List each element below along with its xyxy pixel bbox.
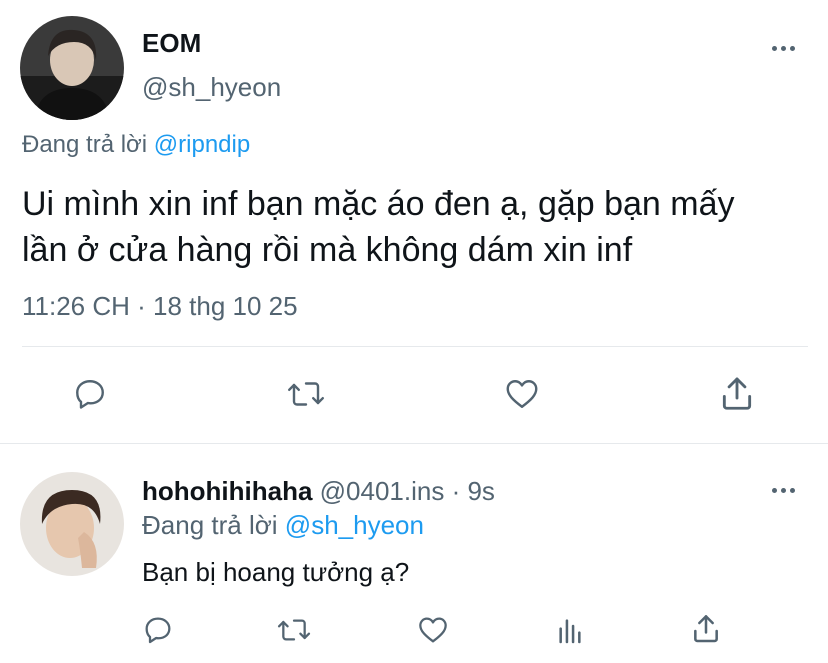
tweet-timestamp[interactable]: 11:26 CH · 18 thg 10 25 (22, 290, 298, 322)
more-horizontal-icon (772, 488, 777, 493)
share-upload-icon (694, 615, 718, 643)
tweet-text-line: lần ở cửa hàng rồi mà không dám xin inf (22, 231, 633, 269)
reply-header: hohohihihaha @0401.ins · 9s (142, 476, 495, 506)
reply-retweet-button[interactable] (276, 614, 312, 646)
reply-display-name[interactable]: hohohihihaha (142, 476, 312, 506)
reply-bubble-icon (145, 617, 171, 644)
reply-replying-to: Đang trả lời @sh_hyeon (142, 510, 424, 540)
avatar-hohohihihaha[interactable] (20, 472, 124, 576)
tweet-text: Ui mình xin inf bạn mặc áo đen ạ, gặp bạ… (22, 181, 735, 273)
reply-button[interactable] (72, 376, 108, 412)
retweet-button[interactable] (286, 376, 326, 412)
like-button[interactable] (503, 376, 541, 412)
share-upload-icon (722, 377, 752, 410)
replying-to-label: Đang trả lời (22, 131, 148, 158)
retweet-icon (288, 382, 324, 406)
divider (22, 346, 808, 347)
heart-icon (506, 380, 538, 408)
reply-views-button[interactable] (554, 614, 586, 646)
replying-to-user-link[interactable]: @sh_hyeon (285, 510, 424, 540)
display-name[interactable]: EOM (142, 28, 201, 58)
reply-handle-time[interactable]: @0401.ins · 9s (320, 476, 495, 506)
avatar-eom[interactable] (20, 16, 124, 120)
tweet-text-line: Ui mình xin inf bạn mặc áo đen ạ, gặp bạ… (22, 185, 735, 223)
heart-icon (419, 617, 447, 643)
share-button[interactable] (718, 374, 756, 414)
replying-to-user-link[interactable]: @ripndip (154, 131, 250, 158)
reply-more-options-button[interactable] (772, 488, 795, 493)
more-options-button[interactable] (772, 46, 795, 51)
analytics-bars-icon (559, 619, 581, 644)
reply-reply-button[interactable] (142, 614, 174, 646)
replying-to-label: Đang trả lời (142, 510, 278, 540)
retweet-icon (277, 619, 311, 641)
reply-share-button[interactable] (690, 612, 722, 646)
avatar-image (20, 472, 124, 576)
reply-like-button[interactable] (416, 614, 450, 646)
thread-divider (0, 443, 828, 444)
reply-bubble-icon (76, 380, 104, 409)
user-handle[interactable]: @sh_hyeon (142, 72, 281, 102)
reply-text: Bạn bị hoang tưởng ạ? (142, 557, 410, 587)
more-horizontal-icon (772, 46, 777, 51)
avatar-image (20, 16, 124, 120)
replying-to: Đang trả lời @ripndip (22, 130, 250, 160)
